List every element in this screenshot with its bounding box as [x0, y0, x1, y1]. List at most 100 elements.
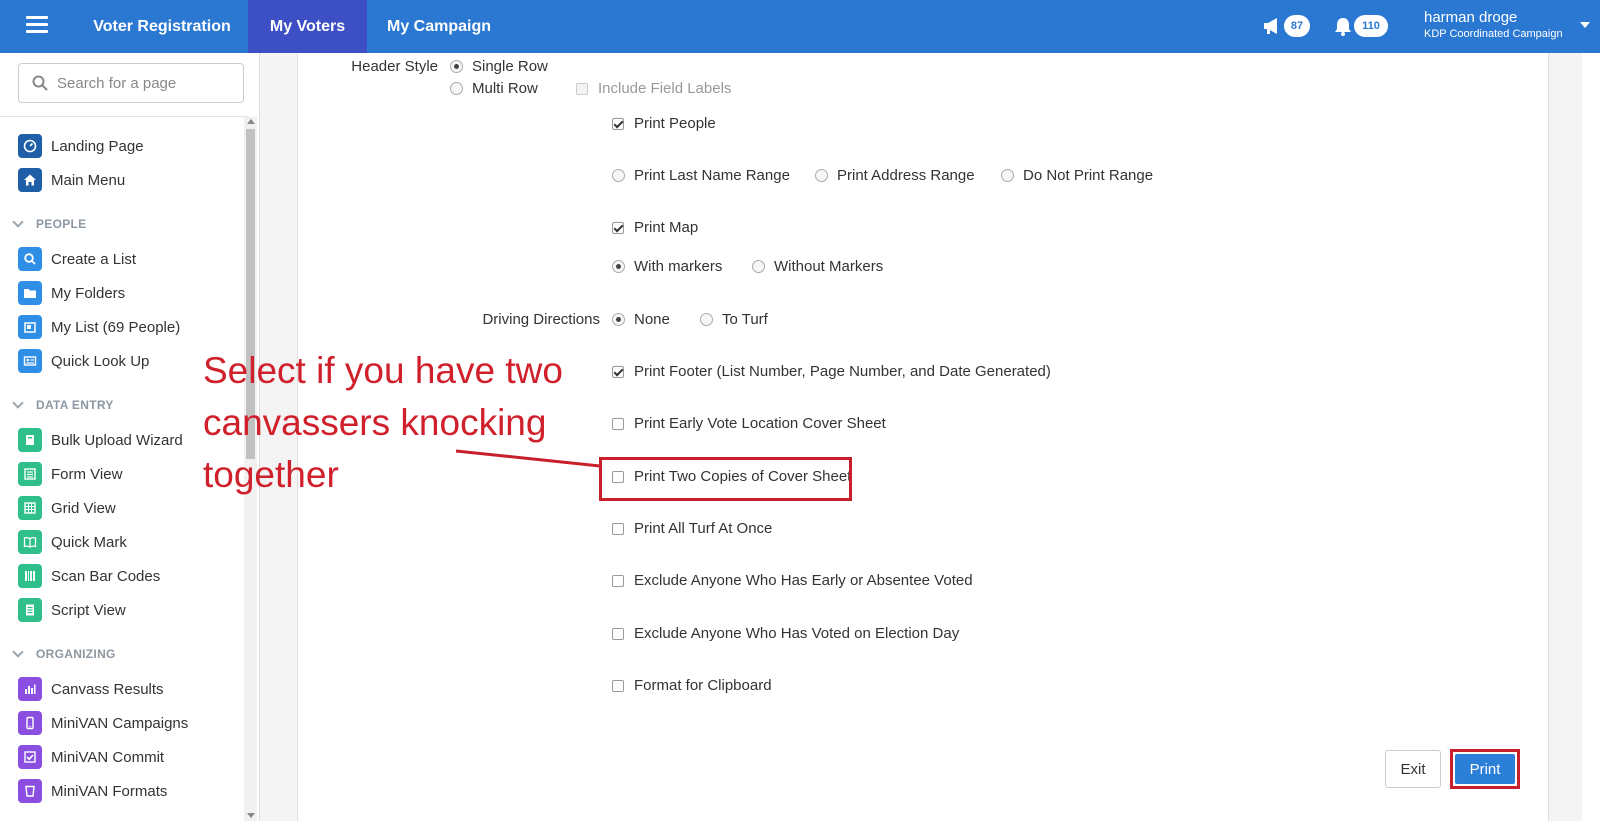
checkbox[interactable] [612, 117, 624, 130]
exit-button[interactable]: Exit [1385, 750, 1441, 788]
sidebar-item-script-view[interactable]: Script View [18, 597, 244, 623]
exclude-election-day-checkbox[interactable]: Exclude Anyone Who Has Voted on Election… [612, 625, 959, 642]
print-button[interactable]: Print [1455, 754, 1515, 784]
exclude-early-absentee-checkbox[interactable]: Exclude Anyone Who Has Early or Absentee… [612, 572, 973, 589]
scroll-down-arrow-icon[interactable] [247, 813, 255, 818]
cup-icon [18, 779, 42, 803]
radio-button[interactable] [612, 169, 625, 182]
sidebar-item-landing-page[interactable]: Landing Page [18, 133, 244, 159]
driving-directions-to-turf-radio[interactable]: To Turf [700, 311, 768, 328]
tab-my-voters[interactable]: My Voters [248, 0, 367, 53]
chevron-down-icon [12, 397, 24, 409]
print-map-checkbox[interactable]: Print Map [612, 219, 698, 236]
section-title: PEOPLE [36, 217, 87, 231]
notifications-badge[interactable]: 87 [1284, 15, 1310, 37]
sidebar-section-people[interactable]: PEOPLE [12, 216, 86, 232]
sidebar-item-create-list[interactable]: Create a List [18, 246, 244, 272]
option-label: None [634, 311, 670, 328]
section-title: DATA ENTRY [36, 398, 114, 412]
radio-button[interactable] [700, 313, 713, 326]
hamburger-menu-icon[interactable] [26, 16, 48, 34]
print-people-checkbox[interactable]: Print People [612, 115, 716, 132]
bell-icon[interactable] [1334, 14, 1352, 38]
option-label: Format for Clipboard [634, 677, 772, 694]
phone-icon [18, 711, 42, 735]
sidebar-search-input[interactable] [57, 72, 237, 94]
user-organization[interactable]: KDP Coordinated Campaign [1424, 28, 1563, 40]
radio-button[interactable] [815, 169, 828, 182]
user-menu-caret-icon[interactable] [1580, 22, 1590, 28]
sidebar-item-main-menu[interactable]: Main Menu [18, 167, 244, 193]
chevron-down-icon [12, 646, 24, 658]
tab-my-campaign[interactable]: My Campaign [370, 0, 508, 53]
book-icon [18, 530, 42, 554]
radio-button[interactable] [1001, 169, 1014, 182]
alerts-badge[interactable]: 110 [1354, 15, 1388, 37]
megaphone-icon[interactable] [1262, 14, 1282, 38]
option-label: Print People [634, 115, 716, 132]
check-square-icon [18, 745, 42, 769]
print-all-turf-checkbox[interactable]: Print All Turf At Once [612, 520, 772, 537]
option-label: Print Two Copies of Cover Sheet [634, 468, 852, 485]
sidebar-item-label: My List (69 People) [51, 318, 181, 336]
checkbox[interactable] [612, 574, 624, 587]
without-markers-radio[interactable]: Without Markers [752, 258, 883, 275]
sidebar-item-canvass-results[interactable]: Canvass Results [18, 676, 244, 702]
sidebar-item-label: Bulk Upload Wizard [51, 431, 183, 449]
sidebar-item-label: Scan Bar Codes [51, 567, 161, 585]
sidebar-item-scan-bar-codes[interactable]: Scan Bar Codes [18, 563, 244, 589]
sidebar-item-minivan-commit[interactable]: MiniVAN Commit [18, 744, 244, 770]
option-label: Print Footer (List Number, Page Number, … [634, 363, 1051, 380]
script-icon [18, 598, 42, 622]
user-name[interactable]: harman droge [1424, 9, 1517, 26]
sidebar-search-box[interactable] [18, 63, 244, 103]
sidebar-item-quick-mark[interactable]: Quick Mark [18, 529, 244, 555]
sidebar-item-label: Quick Mark [51, 533, 127, 551]
main-scrollbar[interactable] [1582, 53, 1600, 821]
sidebar-section-organizing[interactable]: ORGANIZING [12, 646, 116, 662]
sidebar-item-label: My Folders [51, 284, 126, 302]
multi-row-radio[interactable]: Multi Row [450, 80, 538, 97]
driving-directions-none-radio[interactable]: None [612, 311, 670, 328]
option-label: Do Not Print Range [1023, 167, 1154, 184]
radio-button[interactable] [612, 260, 625, 273]
checkbox[interactable] [612, 522, 624, 535]
with-markers-radio[interactable]: With markers [612, 258, 722, 275]
option-label: Exclude Anyone Who Has Early or Absentee… [634, 572, 973, 589]
print-last-name-range-radio[interactable]: Print Last Name Range [612, 167, 790, 184]
radio-button[interactable] [450, 60, 463, 73]
print-address-range-radio[interactable]: Print Address Range [815, 167, 975, 184]
annotation-callout-text: Select if you have two canvassers knocki… [203, 350, 563, 495]
include-field-labels-checkbox: Include Field Labels [576, 80, 731, 97]
checkbox[interactable] [612, 679, 624, 692]
radio-button[interactable] [752, 260, 765, 273]
sidebar-item-my-folders[interactable]: My Folders [18, 280, 244, 306]
print-early-vote-checkbox[interactable]: Print Early Vote Location Cover Sheet [612, 415, 886, 432]
tab-voter-registration[interactable]: Voter Registration [78, 0, 246, 53]
checkbox[interactable] [612, 627, 624, 640]
sidebar-item-my-list[interactable]: My List (69 People) [18, 314, 244, 340]
print-two-copies-checkbox[interactable]: Print Two Copies of Cover Sheet [612, 468, 851, 485]
sidebar-item-minivan-formats[interactable]: MiniVAN Formats [18, 778, 244, 804]
bar-chart-icon [18, 677, 42, 701]
format-for-clipboard-checkbox[interactable]: Format for Clipboard [612, 677, 772, 694]
scroll-up-arrow-icon[interactable] [247, 119, 255, 124]
radio-button[interactable] [450, 82, 463, 95]
print-footer-checkbox[interactable]: Print Footer (List Number, Page Number, … [612, 363, 1051, 380]
home-icon [18, 168, 42, 192]
checkbox[interactable] [612, 221, 624, 234]
chevron-down-icon [12, 216, 24, 228]
single-row-radio[interactable]: Single Row [450, 58, 548, 75]
sidebar-item-label: Main Menu [51, 171, 126, 189]
sidebar-section-data-entry[interactable]: DATA ENTRY [12, 397, 114, 413]
sidebar-divider [0, 116, 248, 117]
sidebar-item-minivan-campaigns[interactable]: MiniVAN Campaigns [18, 710, 244, 736]
sidebar-item-label: Form View [51, 465, 123, 483]
option-label: Print Last Name Range [634, 167, 790, 184]
list-icon [18, 315, 42, 339]
option-label: Without Markers [774, 258, 884, 275]
do-not-print-range-radio[interactable]: Do Not Print Range [1001, 167, 1153, 184]
form-icon [18, 462, 42, 486]
dashboard-icon [18, 134, 42, 158]
radio-button[interactable] [612, 313, 625, 326]
